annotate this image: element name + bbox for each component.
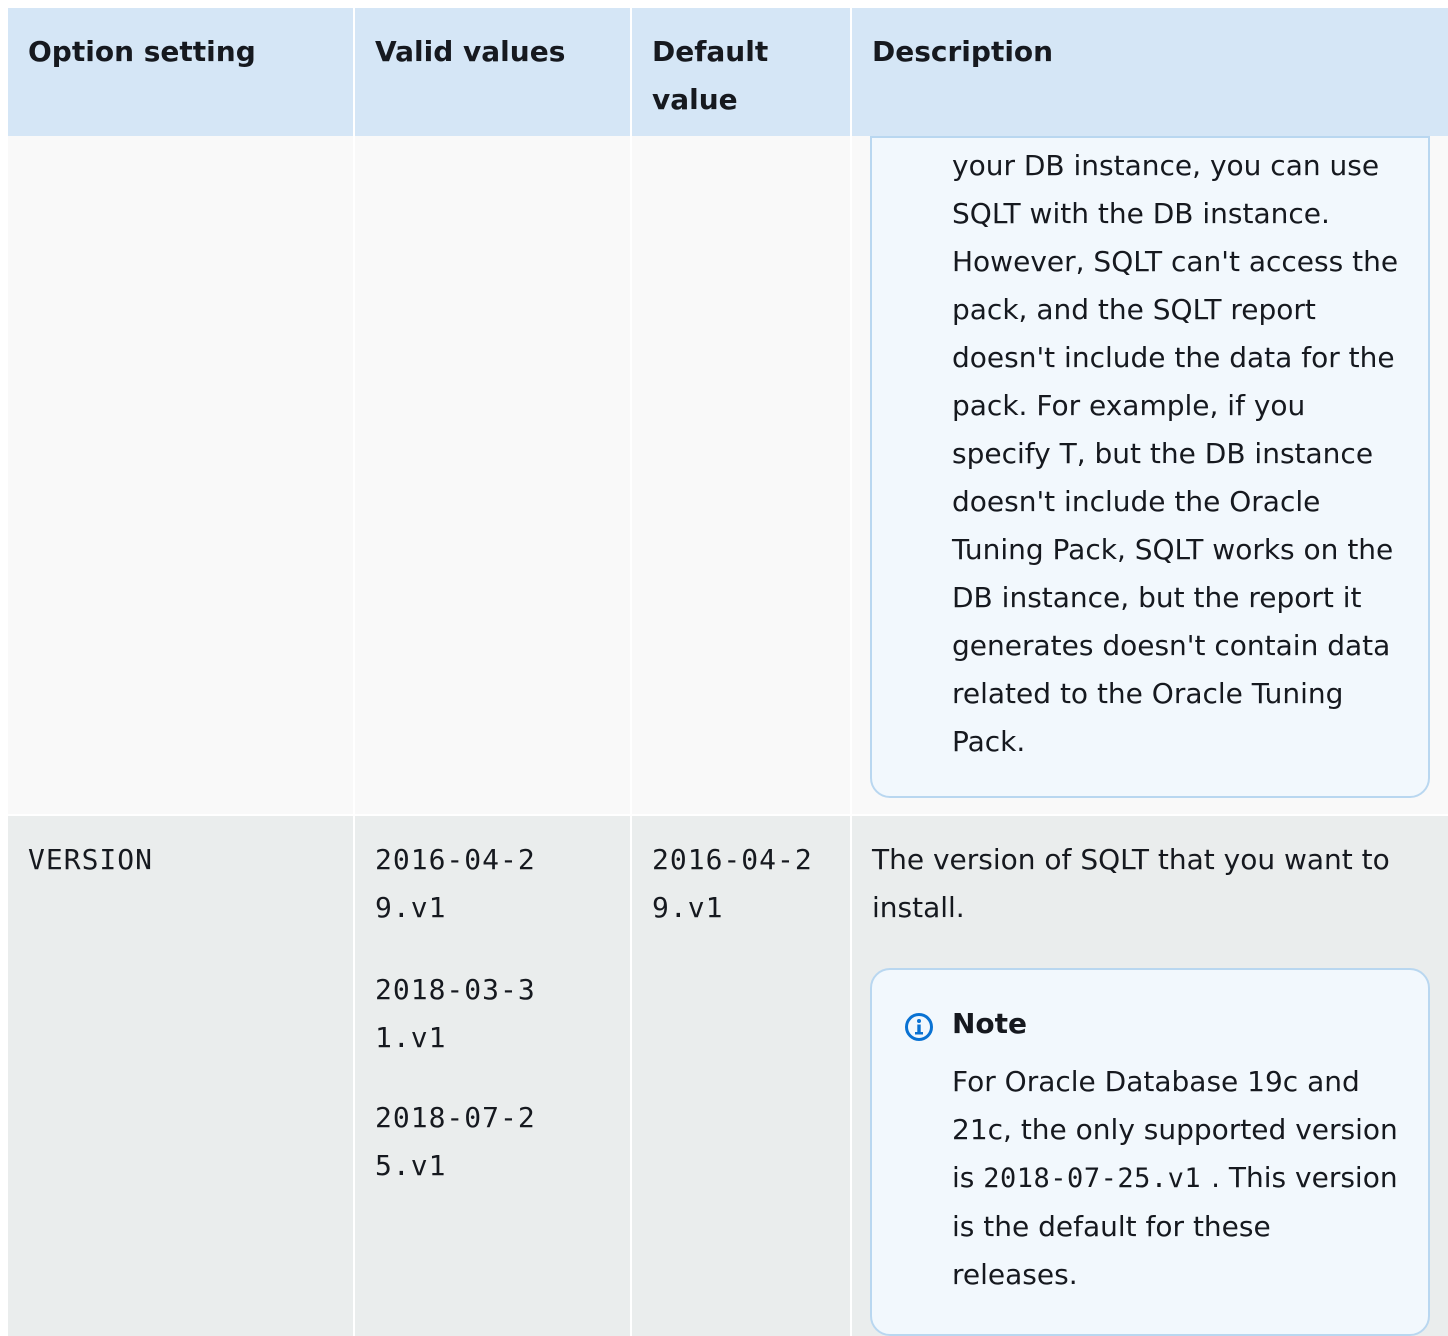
row1-description-cell: your DB instance, you can use SQLT with … xyxy=(852,136,1448,814)
row1-valid-values-cell xyxy=(355,136,630,814)
valid-value-item: 2018-07-25.v1 xyxy=(375,1101,536,1182)
version-note-box: Note For Oracle Database 19c and 21c, th… xyxy=(870,968,1430,1336)
row1-note-text: your DB instance, you can use SQLT with … xyxy=(952,149,1399,758)
row2-description-cell: The version of SQLT that you want to ins… xyxy=(852,816,1448,1336)
row2-option-cell: VERSION xyxy=(8,816,353,1336)
header-label: Default value xyxy=(652,35,769,116)
header-description: Description xyxy=(852,8,1448,136)
header-label: Valid values xyxy=(375,35,566,68)
note-code: 2018-07-25.v1 xyxy=(983,1163,1202,1194)
valid-value-item: 2018-03-31.v1 xyxy=(375,973,536,1054)
note-body: For Oracle Database 19c and 21c, the onl… xyxy=(952,1058,1402,1299)
note-title: Note xyxy=(952,1007,1028,1040)
header-label: Option setting xyxy=(28,35,256,68)
row2-default-cell: 2016-04-29.v1 xyxy=(632,816,850,1336)
sqlt-options-table: Option setting Valid values Default valu… xyxy=(8,8,1448,1336)
option-name: VERSION xyxy=(28,843,154,876)
header-valid-values: Valid values xyxy=(355,8,630,136)
row2-valid-values-cell: 2016-04-29.v1 2018-03-31.v1 2018-07-25.v… xyxy=(355,816,630,1336)
header-label: Description xyxy=(872,35,1054,68)
row1-option-cell xyxy=(8,136,353,814)
default-value: 2016-04-29.v1 xyxy=(652,843,813,924)
info-icon xyxy=(905,1013,933,1041)
row1-note-box: your DB instance, you can use SQLT with … xyxy=(870,136,1430,798)
valid-value-item: 2016-04-29.v1 xyxy=(375,843,536,924)
header-option-setting: Option setting xyxy=(8,8,353,136)
row1-default-cell xyxy=(632,136,850,814)
description-text: The version of SQLT that you want to ins… xyxy=(872,843,1390,924)
header-default-value: Default value xyxy=(632,8,850,136)
